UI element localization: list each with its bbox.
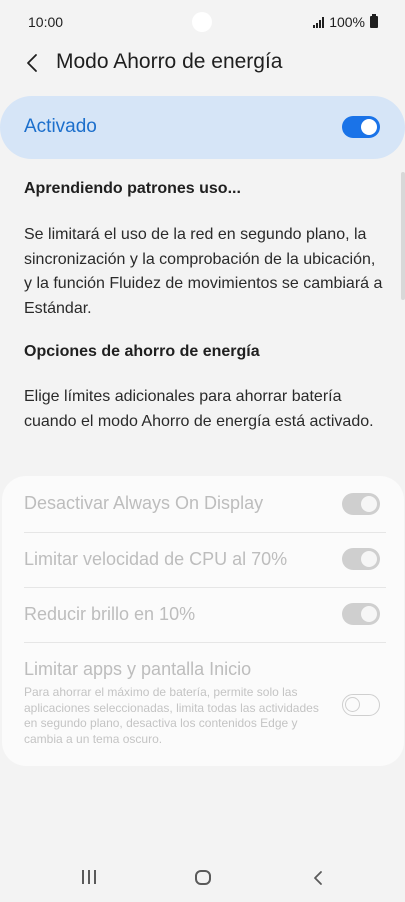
option-label: Desactivar Always On Display	[24, 493, 264, 513]
status-time: 10:00	[28, 14, 64, 30]
options-card: Desactivar Always On Display Limitar vel…	[2, 476, 404, 766]
option-description: Para ahorrar el máximo de batería, permi…	[24, 685, 319, 746]
option-switch-always-on-display[interactable]	[342, 493, 380, 515]
nav-back-icon[interactable]	[310, 869, 326, 887]
status-bar: 10:00 100%	[0, 0, 405, 42]
option-row-cpu-limit[interactable]: Limitar velocidad de CPU al 70%	[2, 532, 404, 587]
master-toggle-row[interactable]: Activado	[0, 96, 405, 159]
header: Modo Ahorro de energía	[0, 42, 405, 84]
navigation-bar	[0, 850, 405, 902]
home-icon[interactable]	[195, 870, 211, 885]
learning-title: Aprendiendo patrones uso...	[24, 180, 241, 197]
option-switch-brightness[interactable]	[342, 603, 380, 625]
battery-percent: 100%	[329, 14, 365, 30]
master-toggle-switch[interactable]	[342, 116, 380, 138]
options-section-title: Opciones de ahorro de energía	[24, 343, 260, 360]
option-label: Limitar apps y pantalla Inicio	[24, 659, 252, 679]
page-title: Modo Ahorro de energía	[56, 50, 283, 73]
signal-icon	[313, 16, 325, 28]
option-row-brightness[interactable]: Reducir brillo en 10%	[2, 587, 404, 642]
camera-cutout	[192, 12, 212, 32]
master-toggle-label: Activado	[24, 116, 97, 137]
battery-icon	[370, 14, 378, 28]
option-label: Limitar velocidad de CPU al 70%	[24, 549, 288, 569]
option-switch-cpu-limit[interactable]	[342, 548, 380, 570]
status-indicators: 100%	[313, 14, 378, 30]
option-row-always-on-display[interactable]: Desactivar Always On Display	[2, 476, 404, 532]
back-arrow-icon[interactable]	[22, 52, 44, 74]
recents-icon[interactable]	[82, 870, 96, 884]
option-row-limit-apps[interactable]: Limitar apps y pantalla Inicio Para ahor…	[2, 642, 404, 766]
screen: 10:00 100% Modo Ahorro de energía Activa…	[0, 0, 405, 902]
option-label: Reducir brillo en 10%	[24, 604, 196, 624]
scroll-indicator	[401, 172, 405, 300]
option-switch-limit-apps[interactable]	[342, 694, 380, 716]
learning-description: Se limitará el uso de la red en segundo …	[24, 226, 383, 317]
options-section-description: Elige límites adicionales para ahorrar b…	[24, 388, 374, 430]
